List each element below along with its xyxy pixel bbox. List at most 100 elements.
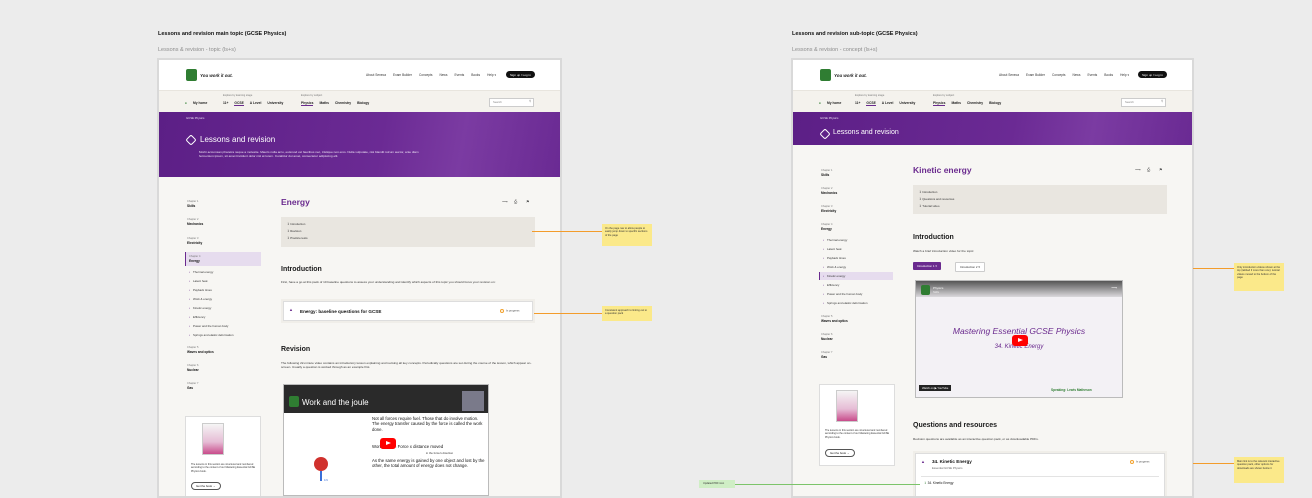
- breadcrumb[interactable]: GCSE Physics: [186, 116, 204, 120]
- logo-icon[interactable]: [186, 69, 197, 81]
- breadcrumb[interactable]: GCSE Physics: [820, 116, 838, 120]
- search-icon[interactable]: ⚲: [529, 99, 531, 103]
- signin-button[interactable]: Sign up / Log in: [1138, 71, 1167, 78]
- nav-concepts[interactable]: Concepts: [1052, 73, 1065, 77]
- subtopic-power[interactable]: Power and the human body: [189, 324, 228, 328]
- flag-icon[interactable]: ⚑: [1159, 167, 1163, 172]
- toc-introduction[interactable]: ↧ Introduction: [287, 222, 305, 226]
- subject-chemistry[interactable]: Chemistry: [967, 101, 983, 106]
- nav-events[interactable]: Events: [1087, 73, 1097, 77]
- sidebar-chapter-6[interactable]: Chapter 6 Nuclear: [187, 364, 199, 372]
- nav-exam-builder[interactable]: Exam Builder: [393, 73, 412, 77]
- sidebar-chapter-2[interactable]: Chapter 2 Mechanics: [187, 218, 203, 226]
- home-link[interactable]: ● My home: [819, 101, 841, 105]
- video-share-icon[interactable]: ⟶: [1111, 285, 1117, 290]
- nav-news[interactable]: News: [1072, 73, 1080, 77]
- sidebar-chapter-1[interactable]: Chapter 1 Skills: [821, 169, 832, 177]
- subtopic-thermal[interactable]: Thermal energy: [823, 238, 847, 242]
- logo-icon[interactable]: [820, 69, 831, 81]
- subtopic-efficiency[interactable]: Efficiency: [189, 315, 205, 319]
- subtopic-springs[interactable]: Springs and elastic deformation: [823, 301, 868, 305]
- sidebar-chapter-3[interactable]: Chapter 3 Electricity: [187, 237, 202, 245]
- sidebar-chapter-3[interactable]: Chapter 3 Electricity: [821, 205, 836, 213]
- search-input[interactable]: Search ⚲: [489, 98, 534, 107]
- stage-university[interactable]: University: [899, 101, 915, 106]
- subtopic-work[interactable]: Work & energy: [189, 297, 212, 301]
- nav-concepts[interactable]: Concepts: [419, 73, 432, 77]
- get-book-button[interactable]: Get the book →: [191, 482, 221, 490]
- subject-biology[interactable]: Biology: [989, 101, 1001, 106]
- stage-university[interactable]: University: [267, 101, 283, 106]
- sidebar-chapter-1[interactable]: Chapter 1 Skills: [187, 200, 198, 208]
- search-input[interactable]: Search ⚲: [1121, 98, 1166, 107]
- stage-11plus[interactable]: 11+: [855, 101, 860, 106]
- search-icon[interactable]: ⚲: [1161, 99, 1163, 103]
- question-pack-card[interactable]: ▲ 34. Kinetic Energy Essential GCSE Phys…: [915, 453, 1165, 496]
- nav-events[interactable]: Events: [454, 73, 464, 77]
- nav-about[interactable]: About Seneca: [999, 73, 1019, 77]
- subject-physics[interactable]: Physics: [301, 101, 314, 106]
- toc-introduction[interactable]: ↧ Introduction: [919, 190, 937, 194]
- home-link[interactable]: ● My home: [185, 101, 207, 105]
- sidebar-chapter-4[interactable]: Chapter 4 Energy: [821, 223, 832, 231]
- sidebar-chapter-5[interactable]: Chapter 5 Waves and optics: [821, 315, 848, 323]
- toc-practice[interactable]: ↧ Practice tests: [287, 236, 308, 240]
- subject-physics[interactable]: Physics: [933, 101, 946, 106]
- nav-books[interactable]: Books: [471, 73, 480, 77]
- nav-news[interactable]: News: [439, 73, 447, 77]
- subject-biology[interactable]: Biology: [357, 101, 369, 106]
- signin-button[interactable]: Sign up / Log in: [506, 71, 535, 78]
- subtopic-payback[interactable]: Payback times: [189, 288, 212, 292]
- nav-help[interactable]: Help ▾: [1120, 73, 1129, 77]
- nav-help[interactable]: Help ▾: [487, 73, 496, 77]
- stage-alevel[interactable]: A Level: [882, 101, 894, 106]
- chapter-name: Nuclear: [187, 368, 199, 372]
- stage-gcse[interactable]: GCSE: [234, 101, 244, 106]
- subtopic-latent[interactable]: Latent heat: [189, 279, 207, 283]
- tab-introduction-2[interactable]: Introduction 2 ▾: [955, 262, 985, 272]
- tab-introduction-1[interactable]: Introduction 1 ▾: [913, 262, 941, 270]
- get-book-button[interactable]: Get the book →: [825, 449, 855, 457]
- question-pack-card[interactable]: ▲ Energy: baseline questions for GCSE In…: [283, 301, 533, 321]
- intro-video[interactable]: Physics Skills ⟶ Mastering Essential GCS…: [915, 280, 1123, 398]
- subtopic-kinetic[interactable]: Kinetic energy: [823, 274, 845, 278]
- pdf-download-link[interactable]: ↧ 34. Kinetic Energy: [924, 481, 953, 485]
- progress-ring-icon: [1130, 460, 1134, 464]
- nav-exam-builder[interactable]: Exam Builder: [1026, 73, 1045, 77]
- subtopic-power[interactable]: Power and the human body: [823, 292, 862, 296]
- subtopic-kinetic[interactable]: Kinetic energy: [189, 306, 211, 310]
- nav-books[interactable]: Books: [1104, 73, 1113, 77]
- flag-icon[interactable]: ⚑: [526, 199, 530, 204]
- nav-about[interactable]: About Seneca: [366, 73, 386, 77]
- sidebar-chapter-7[interactable]: Chapter 7 Gas: [821, 351, 832, 359]
- subject-maths[interactable]: Maths: [951, 101, 961, 106]
- stage-11plus[interactable]: 11+: [223, 101, 228, 106]
- subject-chemistry[interactable]: Chemistry: [335, 101, 351, 106]
- subtopic-payback[interactable]: Payback times: [823, 256, 846, 260]
- lesson-video[interactable]: Work and the joule Not all forces requir…: [283, 384, 489, 496]
- sidebar-chapter-4[interactable]: Chapter 4 Energy: [189, 255, 200, 263]
- toc-questions[interactable]: ↧ Questions and resources: [919, 197, 954, 201]
- print-icon[interactable]: ⎙: [1147, 167, 1150, 172]
- toc-revision[interactable]: ↧ Revision: [287, 229, 301, 233]
- subtopic-thermal[interactable]: Thermal energy: [189, 270, 213, 274]
- subtopic-springs[interactable]: Springs and elastic deformation: [189, 333, 234, 337]
- stage-gcse[interactable]: GCSE: [866, 101, 876, 106]
- watch-on-youtube[interactable]: Watch on ▶ YouTube: [919, 385, 952, 391]
- subtopic-work[interactable]: Work & energy: [823, 265, 846, 269]
- print-icon[interactable]: ⎙: [514, 199, 517, 204]
- sidebar-chapter-5[interactable]: Chapter 5 Waves and optics: [187, 346, 214, 354]
- page-title: Lessons and revision: [833, 129, 899, 136]
- subtopic-efficiency[interactable]: Efficiency: [823, 283, 839, 287]
- stage-alevel[interactable]: A Level: [250, 101, 262, 106]
- sidebar-chapter-7[interactable]: Chapter 7 Gas: [187, 382, 198, 390]
- subtopic-latent[interactable]: Latent heat: [823, 247, 841, 251]
- play-button-icon[interactable]: [380, 438, 396, 449]
- sidebar-chapter-6[interactable]: Chapter 6 Nuclear: [821, 333, 833, 341]
- sidebar-chapter-2[interactable]: Chapter 2 Mechanics: [821, 187, 837, 195]
- subject-maths[interactable]: Maths: [319, 101, 329, 106]
- play-button-icon[interactable]: [1012, 335, 1028, 346]
- share-icon[interactable]: ⟶: [502, 199, 508, 204]
- share-icon[interactable]: ⟶: [1135, 167, 1141, 172]
- toc-tutorial[interactable]: ↧ Tutorial video: [919, 204, 939, 208]
